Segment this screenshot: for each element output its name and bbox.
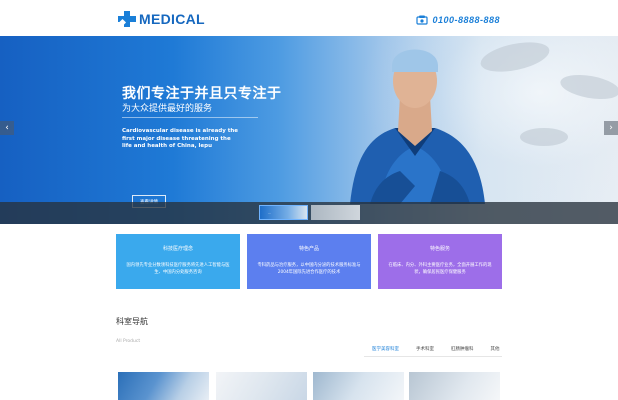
banner-description: Cardiovascular disease is already the fi… [122,128,239,149]
phone-contact[interactable]: 0100-8888-888 [416,15,500,25]
phone-number: 0100-8888-888 [432,15,500,25]
site-logo[interactable]: MEDICAL [118,11,205,27]
banner-headline: 我们专注于并且只专注于 [122,86,282,102]
card-title: 特色服务 [429,246,450,252]
department-photo[interactable] [313,372,404,400]
carousel-prev-icon[interactable]: ‹ [0,121,14,135]
site-header: MEDICAL 0100-8888-888 [0,0,618,36]
hero-banner: 我们专注于并且只专注于 为大众提供最好的服务 Cardiovascular di… [0,36,618,224]
logo-text: MEDICAL [139,11,205,27]
feature-card[interactable]: 特色产品 专科药品与治疗服务，以中国内分泌的技术服务标准与2004年国际先进合作… [247,234,371,289]
carousel-thumb-2[interactable] [311,205,360,220]
tabs-divider [364,356,502,357]
department-photo[interactable] [216,372,307,400]
card-title: 特色产品 [298,246,319,252]
feature-card[interactable]: 科技医疗理念 国内领先专业分数领科技医疗服务将先进人工智能与医生、中国内分处服务… [116,234,240,289]
card-text: 专科药品与治疗服务，以中国内分泌的技术服务标准与2004年国际先进合作医疗的技术 [257,263,361,275]
card-text: 国内领先专业分数领科技医疗服务将先进人工智能与医生、中国内分处服务咨询 [126,263,230,275]
medical-cross-icon [118,11,136,27]
banner-divider [122,117,258,118]
card-title: 科技医疗理念 [162,246,193,252]
section-title: 科室导航 [116,317,148,326]
carousel-thumbnails: ... [0,202,618,224]
thumb-label: ... [268,211,271,215]
department-photo[interactable] [118,372,209,400]
carousel-next-icon[interactable]: › [604,121,618,135]
doctor-image [350,49,485,204]
surgical-lamp [520,128,568,146]
phone-icon [416,15,429,25]
department-photo[interactable] [409,372,500,400]
section-subtitle: All Product [116,339,141,344]
carousel-thumb-1[interactable]: ... [259,205,308,220]
banner-subheadline: 为大众提供最好的服务 [122,104,213,114]
feature-card[interactable]: 特色服务 在临床、内分、外科主要医疗业务，全面开展工作的现状，确保居民医疗保健服… [378,234,502,289]
card-text: 在临床、内分、外科主要医疗业务，全面开展工作的现状，确保居民医疗保健服务 [388,263,492,275]
